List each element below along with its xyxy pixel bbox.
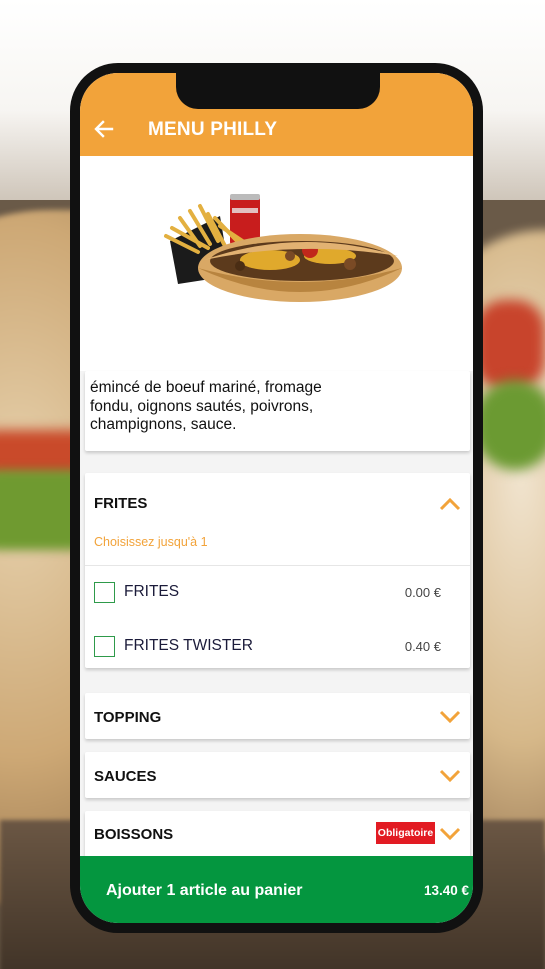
option-row-frites[interactable]: FRITES 0.00 € [85,567,470,617]
phone-notch [176,73,380,109]
page-title: MENU PHILLY [148,119,278,140]
phone-frame: MENU PHILLY émincé de boeuf mariné, from… [70,63,483,933]
product-content: émincé de boeuf mariné, fromage fondu, o… [80,156,473,857]
checkbox[interactable] [94,582,115,603]
add-to-cart-label: Ajouter 1 article au panier [106,882,303,899]
product-description: émincé de boeuf mariné, fromage fondu, o… [90,379,322,433]
option-label: FRITES [124,583,180,600]
option-group-topping[interactable]: TOPPING [85,693,470,739]
arrow-left-icon [94,120,114,138]
option-group-boissons[interactable]: BOISSONS Obligatoire [85,811,470,857]
option-row-frites-twister[interactable]: FRITES TWISTER 0.40 € [85,621,470,671]
sandwich-fries-drink-image [164,194,402,302]
group-title: FRITES [94,495,148,512]
choice-hint: Choisissez jusqu'à 1 [94,535,208,549]
option-group-sauces[interactable]: SAUCES [85,752,470,798]
checkbox[interactable] [94,636,115,657]
group-title: TOPPING [94,709,162,726]
chevron-down-icon[interactable] [439,710,461,724]
add-to-cart-button[interactable]: Ajouter 1 article au panier 13.40 € [80,856,473,923]
option-group-frites: FRITES Choisissez jusqu'à 1 FRITES 0.00 … [85,473,470,668]
chevron-down-icon[interactable] [439,827,461,841]
product-image [80,156,473,371]
chevron-up-icon[interactable] [439,497,461,511]
back-button[interactable] [92,118,116,140]
group-title: SAUCES [94,768,157,785]
option-price: 0.00 € [404,585,441,600]
option-label: FRITES TWISTER [124,637,253,654]
group-title: BOISSONS [94,826,174,843]
required-badge: Obligatoire [376,822,435,844]
cart-total-price: 13.40 € [423,883,469,898]
divider [85,565,470,566]
option-price: 0.40 € [404,639,441,654]
chevron-down-icon[interactable] [439,769,461,783]
product-description-card: émincé de boeuf mariné, fromage fondu, o… [85,371,470,451]
phone-screen: MENU PHILLY émincé de boeuf mariné, from… [80,73,473,923]
